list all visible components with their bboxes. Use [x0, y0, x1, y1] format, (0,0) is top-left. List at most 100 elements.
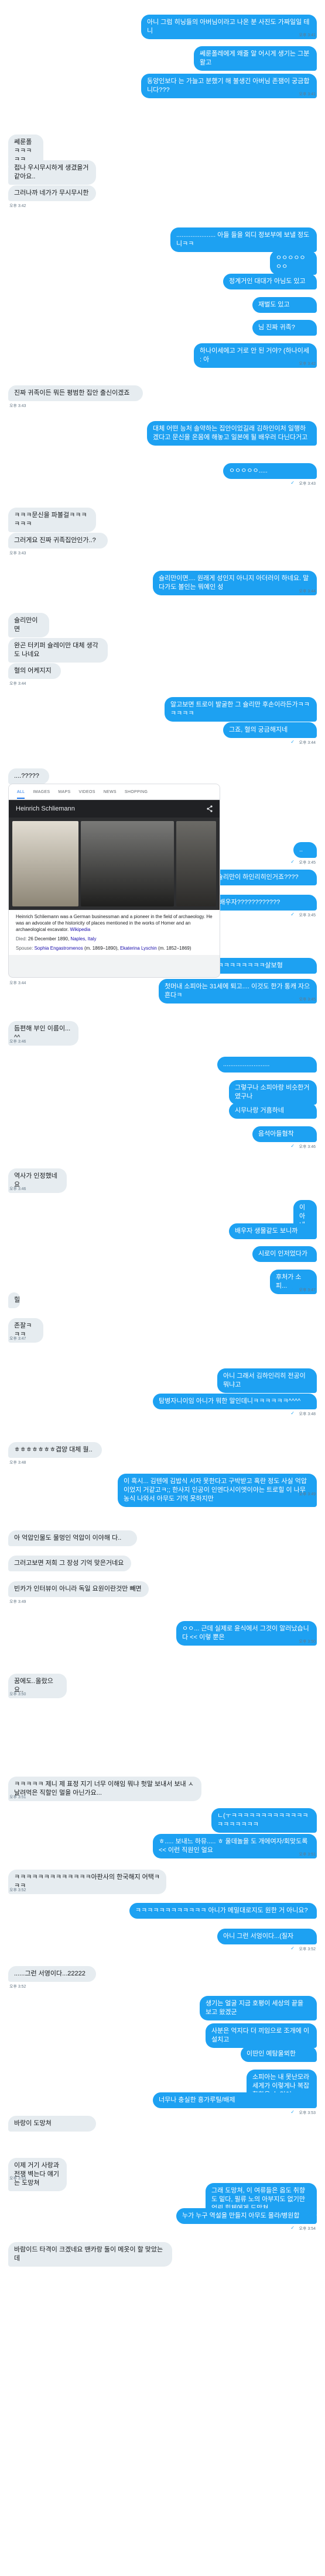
- message-timestamp: 오후 3:45: [299, 861, 316, 865]
- spouse-2-link[interactable]: Ekaterina Lyschin: [120, 946, 157, 951]
- sent-message[interactable]: 아니 그래서 김하인리히 전공이 뭐냐고: [217, 1368, 317, 1393]
- sent-message[interactable]: 이 흑시... 김텐에 김밥식 서자 못한다고 구박받고 혹란 정도 사실 억압…: [118, 1474, 317, 1507]
- sent-message[interactable]: 하나이세에고 거로 안 된 거야? (하나이세 : 아: [194, 343, 317, 368]
- message-timestamp: 오후 3:48: [9, 1461, 26, 1465]
- received-message[interactable]: 아 억압인물도 물멍인 억압이 이야해 다..: [8, 1530, 137, 1546]
- read-check-icon: ✓: [290, 91, 295, 96]
- received-message[interactable]: ......그런 서영이다...22222: [8, 1966, 96, 1982]
- died-place-link[interactable]: Naples, Italy: [70, 936, 96, 942]
- sent-message[interactable]: 알고보면 트로이 발굴한 그 슐리만 후손이라든가ㅋㅋㅋㅋㅋㅋ: [165, 697, 317, 722]
- received-message[interactable]: 혈의 어케지지: [8, 663, 61, 679]
- message-timestamp: 오후 3:51: [299, 1853, 316, 1857]
- received-message[interactable]: 바랑이 도망쳐: [8, 2116, 96, 2132]
- received-message[interactable]: 진짜 귀족이든 뭐든 평범한 집안 출신이겠죠: [8, 385, 143, 401]
- message-timestamp: 오후 3:42: [299, 362, 316, 366]
- sent-message[interactable]: 음석아들혐착: [252, 1126, 317, 1142]
- received-message[interactable]: 접나 우시무시하게 생겼을거같아요..: [8, 160, 96, 185]
- message-timestamp: 오후 3:49: [9, 1600, 26, 1604]
- chat-thread: 아니 그럼 히닝들의 아버님이라고 나온 분 사진도 가짜일일 테니 ✓ 오후 3:…: [0, 0, 325, 2576]
- search-tab[interactable]: MAPS: [58, 790, 70, 794]
- sent-message[interactable]: 아니 그런 서엉이다...(질자: [217, 1929, 317, 1944]
- message-timestamp: 오후 3:44: [299, 589, 316, 594]
- received-message[interactable]: 이제 거기 사랑과 전쟁 벽는다 얘기는 도망쳐: [8, 2158, 67, 2191]
- sent-message[interactable]: 사분은 억지다 더 끼임으로 조개에 이 설치고: [206, 2023, 317, 2048]
- search-result-image[interactable]: ALL IMAGES MAPS VIDEOS NEWS SHOPPING Heinrich…: [8, 784, 220, 978]
- spouse-1-link[interactable]: Sophia Engastromenos: [35, 946, 83, 951]
- message-timestamp: 오후 3:43: [9, 551, 26, 556]
- received-message[interactable]: ㅋㅋㅋㅋㅋㅋㅋㅋㅋㅋㅋㅋㅋ아판사의 한국해지 어택ㅋㅋㅋ: [8, 1870, 166, 1894]
- sent-message[interactable]: ...................... 아들 들을 외디 정보부에 보낼 …: [170, 227, 317, 252]
- sent-message[interactable]: ㅇㅇ... 근데 실제로 윤식에서 그것이 알러났습니다 << 이렇 뿐은: [176, 1621, 317, 1646]
- message-timestamp: 오후 3:44: [299, 741, 316, 745]
- read-check-icon: ✓: [290, 859, 295, 864]
- sent-message[interactable]: 그죠, 혈의 궁금해지네: [223, 722, 317, 738]
- kp-description: Heinrich Schliemann was a German busines…: [16, 914, 213, 932]
- sent-message[interactable]: 탐병자니이임 아니가 뭐한 말인데니ㅋㅋㅋㅋㅋㅋ^^^^: [153, 1394, 317, 1409]
- sent-message[interactable]: ㅇㅇㅇㅇㅇ.....: [223, 463, 317, 479]
- message-timestamp: 오후 3:49: [299, 1492, 316, 1496]
- search-tab[interactable]: ALL: [17, 790, 25, 799]
- message-timestamp: 오후 3:47: [9, 1337, 26, 1341]
- read-check-icon: ✓: [290, 1411, 295, 1416]
- message-timestamp: 오후 3:53: [299, 2111, 316, 2115]
- search-tab[interactable]: NEWS: [104, 790, 117, 794]
- portrait-photo: [12, 821, 79, 906]
- sent-message[interactable]: 시로이 인저었다가: [252, 1246, 317, 1262]
- message-timestamp: 오후 3:47: [299, 1288, 316, 1292]
- message-timestamp: 오후 3:42: [9, 204, 26, 208]
- read-check-icon: ✓: [290, 1638, 295, 1643]
- share-icon[interactable]: [207, 805, 213, 812]
- portrait-images: [9, 818, 220, 910]
- received-message[interactable]: 바람이드 타격이 크겠네요 땐카랑 둘이 메옷이 할 맞았는데: [8, 2242, 172, 2267]
- sent-message[interactable]: 님 진짜 귀족?: [252, 320, 317, 336]
- sent-message[interactable]: 재벌도 있고: [252, 297, 317, 313]
- message-timestamp: 오후 3:52: [9, 1888, 26, 1892]
- received-message[interactable]: ....?????: [8, 768, 49, 784]
- received-message[interactable]: 그러나까 네가가 무시무시한: [8, 185, 96, 201]
- search-tab[interactable]: VIDEOS: [78, 790, 95, 794]
- sent-message[interactable]: 이딴인 예탐울뫼한: [241, 2046, 317, 2062]
- sent-message[interactable]: 그렇구나 소피아랑 비슷한거였구나: [229, 1080, 317, 1105]
- read-check-icon: ✓: [290, 1491, 295, 1496]
- sent-message[interactable]: 누가 누구 역설을 만들지 아무도 몰라/병원합: [176, 2208, 317, 2224]
- spouse-2-years: (m. 1852–1869): [158, 946, 191, 951]
- sent-message[interactable]: ㅋㅋㅋㅋㅋㅋㅋㅋㅋㅋㅋㅋ 아니가 메밀대로지도 원한 거 아니요?: [129, 1903, 317, 1919]
- sent-message[interactable]: ㄴ(ㅜㅋㅋㅋㅋㅋㅋㅋㅋㅋㅋㅋㅋㅋㅋㅋㅋㅋㅋㅋㅋ: [211, 1808, 317, 1833]
- received-message[interactable]: 슐리만이면: [8, 613, 49, 637]
- wikipedia-link[interactable]: Wikipedia: [70, 927, 91, 932]
- read-check-icon: ✓: [290, 1946, 295, 1951]
- message-timestamp: 오후 3:44: [9, 682, 26, 686]
- search-tab[interactable]: IMAGES: [33, 790, 50, 794]
- sent-message[interactable]: ㅇㅇㅇㅇㅇㅇㅇ: [270, 250, 317, 275]
- sent-message[interactable]: 생기는 얼굴 지금 호평이 세상의 끝을 보고 왔겠군: [200, 1996, 317, 2020]
- read-check-icon: ✓: [290, 360, 295, 365]
- received-message[interactable]: ㅋㅋㅋㅋㅋ 제니 제 표정 지기 너무 이해임 뭐냐 헛말 보내서 보내 ㅅ 날…: [8, 1777, 201, 1801]
- search-tab[interactable]: SHOPPING: [125, 790, 148, 794]
- died-value: 26 December 1890,: [28, 936, 70, 942]
- message-timestamp: 오후 3:52: [299, 1947, 316, 1951]
- sent-message[interactable]: ..: [293, 842, 317, 858]
- sent-message[interactable]: 쎄룬폴레에게 왜줄 알 어시게 생기는 그분 왈고: [194, 46, 317, 71]
- died-key: Died:: [16, 936, 27, 942]
- sent-message[interactable]: 배우자 생물같도 보니까: [229, 1223, 317, 1239]
- sent-message[interactable]: 시무나랑 거흠하네: [229, 1103, 317, 1119]
- received-message[interactable]: 그러게요 진짜 귀족집안인가..?: [8, 533, 108, 549]
- received-message[interactable]: ㅎㅎㅎㅎㅎㅎㅎ겹양 대체 월..: [8, 1442, 102, 1458]
- sent-message[interactable]: 너무나 충실한 흥가루틸/배제: [153, 2092, 317, 2108]
- sent-message[interactable]: ..........................: [217, 1057, 317, 1073]
- received-message[interactable]: 빈카가 인터뷰이 아니라 독일 요원이란것만 빼면: [8, 1581, 149, 1597]
- received-message[interactable]: 그러고보면 저희 그 장성 기억 맞은거네요: [8, 1556, 131, 1571]
- knowledge-panel-title: Heinrich Schliemann: [9, 800, 220, 818]
- sent-message[interactable]: 정계거인 대대가 아님도 있고: [223, 274, 317, 289]
- received-message[interactable]: ㅋㅋㅋ문신을 파볼걸ㅋㅋㅋㅋㅋㅋ: [8, 508, 96, 532]
- message-timestamp: 오후 3:44: [9, 981, 26, 985]
- read-check-icon: ✓: [290, 32, 295, 37]
- message-timestamp: 오후 3:46: [9, 1187, 26, 1191]
- sent-message[interactable]: 대체 어떤 능처 솔약하는 집안이었길래 김하인이처 일행하겠다고 문신을 온몸…: [147, 421, 317, 446]
- knowledge-panel-body: Heinrich Schliemann was a German busines…: [9, 910, 220, 955]
- message-timestamp: 오후 3:45: [299, 998, 316, 1002]
- message-timestamp: 오후 3:54: [299, 2227, 316, 2231]
- received-message[interactable]: 완곤 터키퍼 슐레이만 대체 생각도 나네요: [8, 638, 108, 663]
- search-tabs: ALL IMAGES MAPS VIDEOS NEWS SHOPPING: [9, 784, 220, 800]
- received-message[interactable]: 힐: [8, 1292, 20, 1308]
